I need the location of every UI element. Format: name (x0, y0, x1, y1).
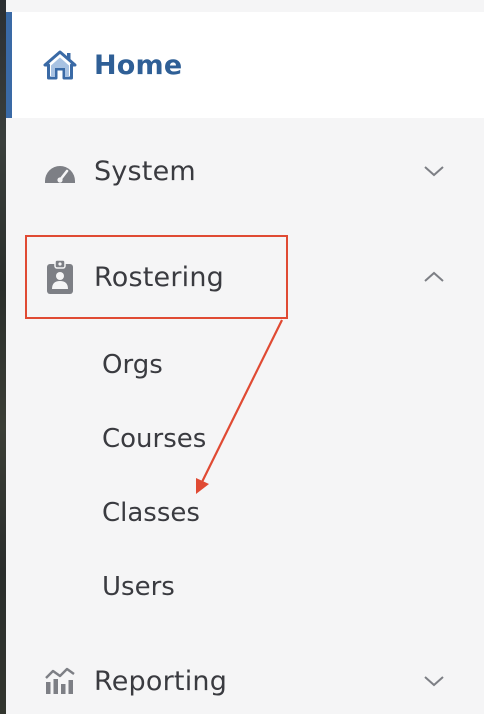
active-indicator (6, 12, 12, 118)
home-icon (42, 47, 78, 83)
chevron-down-icon[interactable] (420, 157, 448, 185)
chevron-down-icon[interactable] (420, 667, 448, 695)
sidebar-item-system[interactable]: System (12, 118, 484, 224)
sidebar-item-label: Reporting (94, 665, 228, 697)
sidebar-subitem-courses[interactable]: Courses (102, 424, 206, 454)
sidebar-item-label: Rostering (94, 261, 224, 293)
sidebar-nav: Home System Rostering Orgs Courses Class… (0, 0, 484, 714)
sidebar-item-label: Home (94, 49, 183, 81)
gauge-icon (42, 153, 78, 189)
top-gap (6, 0, 484, 12)
sidebar-item-reporting[interactable]: Reporting (12, 628, 484, 714)
sidebar-item-home[interactable]: Home (12, 12, 484, 118)
sidebar-item-rostering[interactable]: Rostering (12, 224, 484, 330)
chevron-up-icon[interactable] (420, 263, 448, 291)
clipboard-user-icon (42, 259, 78, 295)
bar-chart-icon (42, 663, 78, 699)
sidebar-subitem-users[interactable]: Users (102, 572, 175, 602)
sidebar-subitem-classes[interactable]: Classes (102, 498, 200, 528)
sidebar-item-label: System (94, 155, 196, 187)
sidebar-subitem-orgs[interactable]: Orgs (102, 350, 163, 380)
